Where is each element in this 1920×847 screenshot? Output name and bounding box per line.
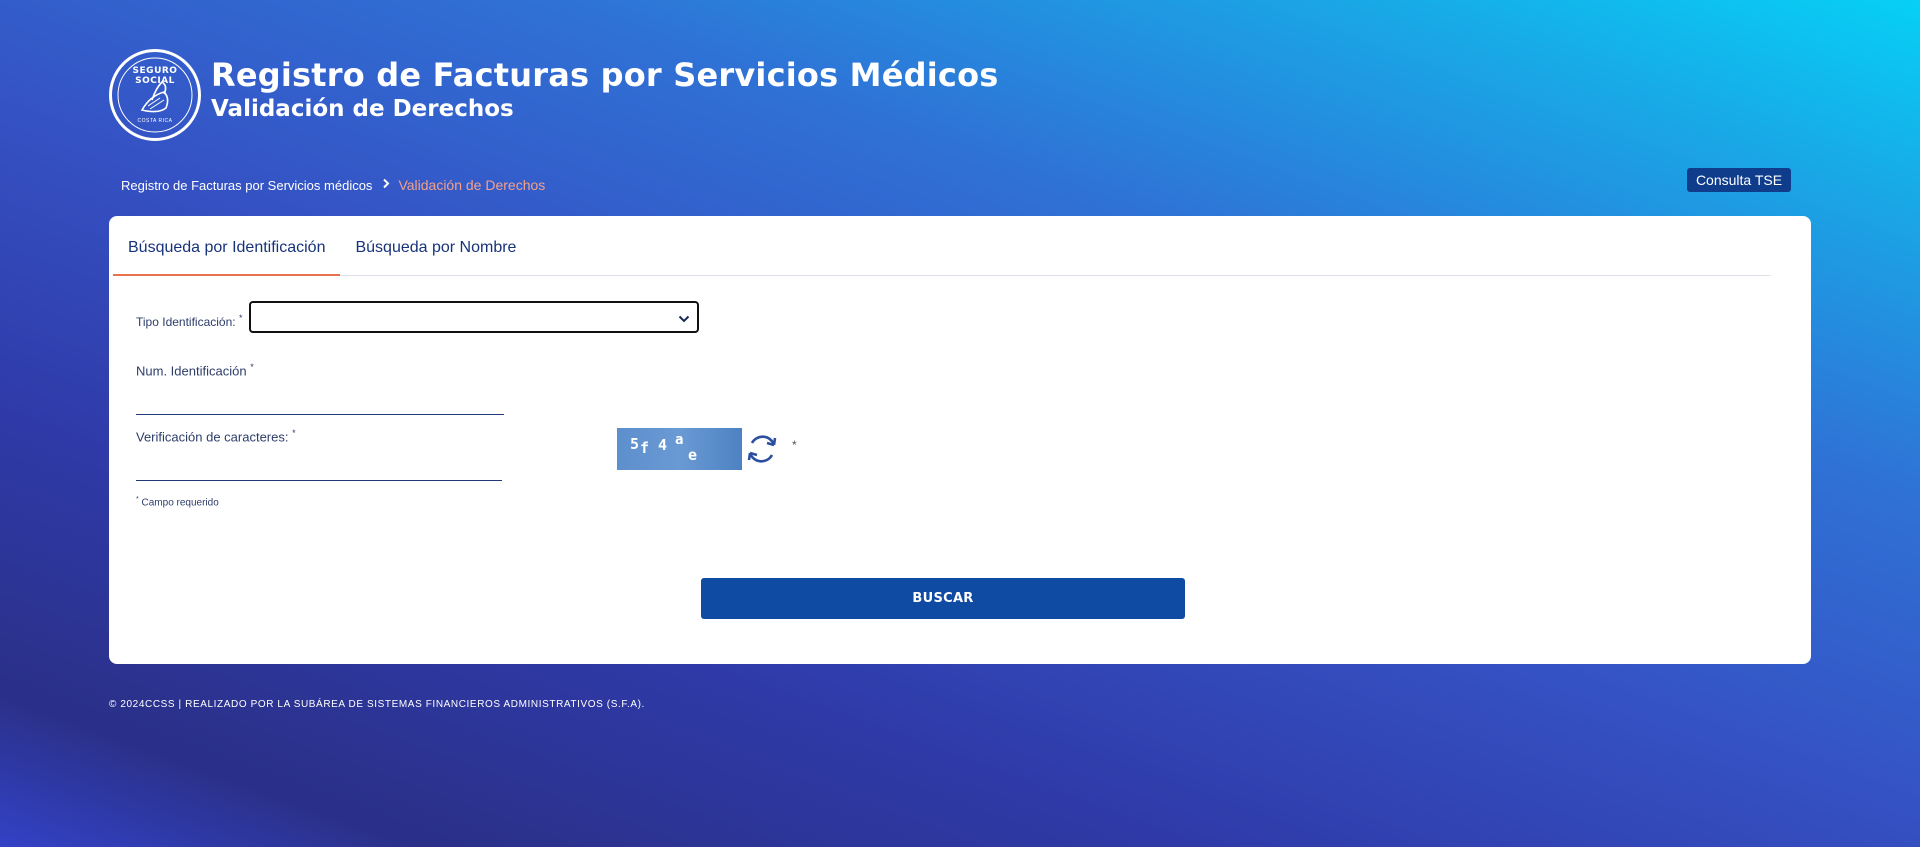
logo-text: SEGURO SOCIAL: [132, 66, 178, 86]
num-identificacion-input[interactable]: [136, 388, 504, 415]
consulta-tse-button[interactable]: Consulta TSE: [1687, 168, 1791, 192]
tipo-identificacion-label: Tipo Identificación: *: [136, 313, 242, 329]
buscar-button[interactable]: BUSCAR: [701, 578, 1185, 619]
required-field-note: * Campo requerido: [136, 496, 219, 508]
page-title: Registro de Facturas por Servicios Médic…: [211, 56, 999, 94]
logo-subtext: COSTA RICA: [137, 118, 173, 124]
verificacion-input[interactable]: [136, 454, 502, 481]
breadcrumb-current: Validación de Derechos: [398, 177, 546, 193]
verificacion-label-text: Verificación de caracteres:: [136, 429, 289, 445]
search-tabs: Búsqueda por Identificación Búsqueda por…: [113, 230, 1771, 276]
required-mark: *: [250, 362, 254, 372]
chevron-right-icon: [382, 178, 390, 192]
tipo-identificacion-label-text: Tipo Identificación:: [136, 315, 236, 329]
tab-busqueda-identificacion[interactable]: Búsqueda por Identificación: [113, 230, 341, 276]
num-identificacion-label-text: Num. Identificación: [136, 363, 247, 379]
page-subtitle: Validación de Derechos: [211, 96, 514, 122]
seguro-social-logo: SEGURO SOCIAL COSTA RICA: [109, 49, 201, 141]
captcha-char: e: [688, 446, 698, 464]
captcha-image: 5 f 4 a e: [617, 428, 742, 470]
captcha-char: f: [640, 439, 650, 457]
required-mark: *: [136, 496, 139, 503]
captcha-char: 5: [630, 435, 640, 453]
captcha-char: 4: [658, 436, 668, 454]
breadcrumb: Registro de Facturas por Servicios médic…: [121, 177, 545, 193]
refresh-icon[interactable]: [744, 430, 780, 473]
required-note-text: Campo requerido: [141, 497, 219, 509]
search-card: Búsqueda por Identificación Búsqueda por…: [109, 216, 1811, 664]
logo-emblem: [117, 57, 193, 133]
required-mark: *: [238, 313, 243, 323]
footer-text: © 2024CCSS | REALIZADO POR LA SUBÁREA DE…: [109, 699, 645, 710]
captcha-char: a: [675, 432, 684, 448]
verificacion-label: Verificación de caracteres: *: [136, 428, 296, 444]
captcha-required-mark: *: [792, 438, 797, 452]
chevron-down-icon: [678, 311, 690, 329]
tipo-identificacion-select[interactable]: [249, 301, 699, 333]
breadcrumb-link-registro[interactable]: Registro de Facturas por Servicios médic…: [121, 178, 372, 193]
tab-busqueda-nombre[interactable]: Búsqueda por Nombre: [340, 230, 531, 274]
num-identificacion-label: Num. Identificación *: [136, 362, 254, 378]
required-mark: *: [292, 428, 296, 438]
